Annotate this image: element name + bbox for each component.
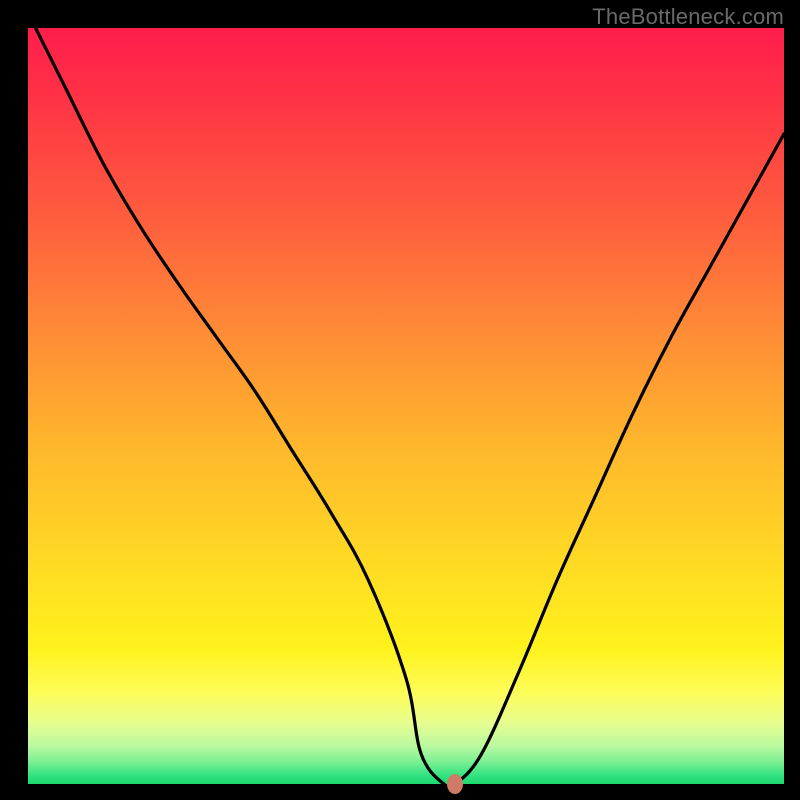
chart-frame: TheBottleneck.com [0, 0, 800, 800]
curve-path [36, 28, 784, 788]
optimal-point-marker [447, 774, 463, 794]
bottleneck-curve [28, 28, 784, 784]
plot-area [28, 28, 784, 784]
watermark-text: TheBottleneck.com [592, 4, 784, 30]
